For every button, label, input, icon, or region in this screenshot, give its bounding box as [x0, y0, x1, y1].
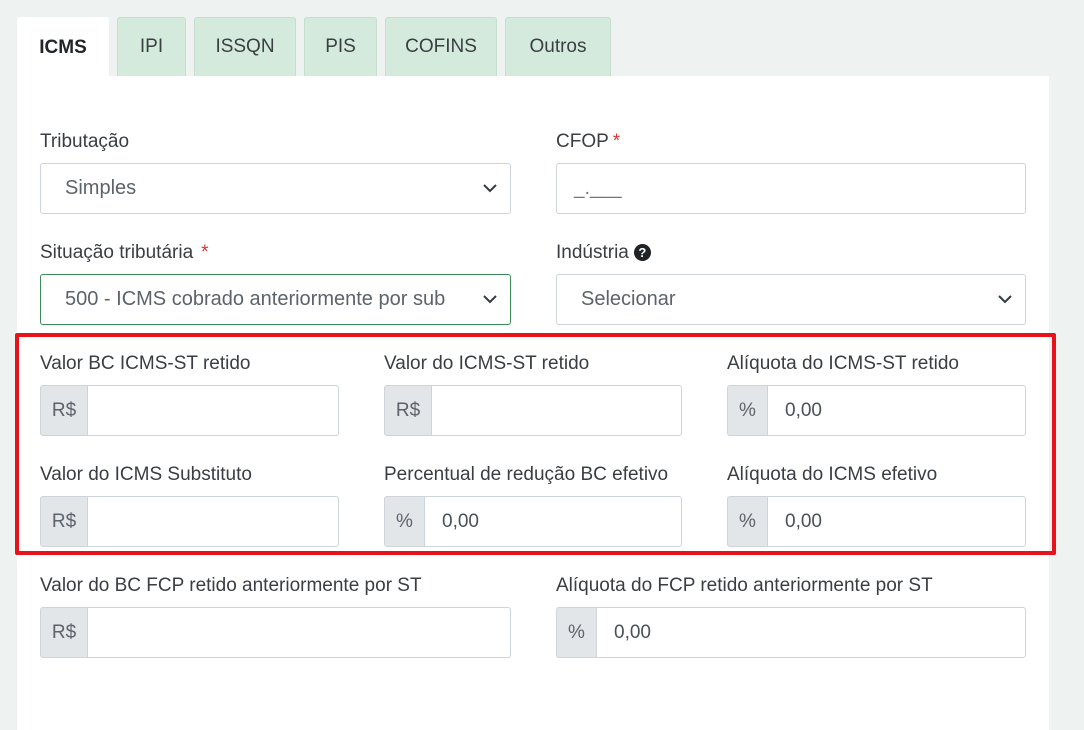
valor-icms-substituto-group: R$: [40, 496, 339, 547]
valor-icms-st-label: Valor do ICMS-ST retido: [384, 353, 590, 374]
tab-pis[interactable]: PIS: [304, 17, 377, 76]
cfop-label: CFOP *: [556, 131, 620, 153]
situacao-label: Situação tributária *: [40, 242, 209, 264]
question-circle-icon[interactable]: ?: [633, 244, 651, 261]
required-mark: *: [612, 131, 621, 152]
chevron-down-icon: [483, 295, 497, 304]
valor-bc-icms-st-input[interactable]: [87, 385, 339, 436]
currency-addon: R$: [384, 385, 431, 436]
situacao-label-text: Situação tributária: [40, 242, 194, 263]
aliquota-fcp-input[interactable]: 0,00: [596, 607, 1026, 658]
industria-select[interactable]: Selecionar: [556, 274, 1026, 325]
aliquota-icms-st-label: Alíquota do ICMS-ST retido: [727, 353, 959, 374]
currency-addon: R$: [40, 496, 87, 547]
aliquota-icms-efetivo-input[interactable]: 0,00: [767, 496, 1026, 547]
percentual-reducao-group: % 0,00: [384, 496, 682, 547]
aliquota-icms-efetivo-label: Alíquota do ICMS efetivo: [727, 464, 938, 485]
aliquota-icms-st-input[interactable]: 0,00: [767, 385, 1026, 436]
valor-bc-icms-st-label: Valor BC ICMS-ST retido: [40, 353, 251, 374]
percent-addon: %: [556, 607, 596, 658]
currency-addon: R$: [40, 385, 87, 436]
industria-label: Indústria?: [556, 242, 651, 264]
tributacao-label: Tributação: [40, 131, 130, 152]
aliquota-fcp-label: Alíquota do FCP retido anteriormente por…: [556, 575, 933, 596]
tributacao-value: Simples: [65, 177, 137, 199]
percent-addon: %: [727, 496, 767, 547]
tab-bar: ICMS IPI ISSQN PIS COFINS Outros: [17, 17, 611, 78]
currency-addon: R$: [40, 607, 87, 658]
percent-addon: %: [384, 496, 424, 547]
valor-icms-st-group: R$: [384, 385, 682, 436]
percent-addon: %: [727, 385, 767, 436]
tab-cofins[interactable]: COFINS: [385, 17, 497, 76]
situacao-select[interactable]: 500 - ICMS cobrado anteriormente por sub: [40, 274, 511, 325]
required-mark: *: [201, 242, 209, 263]
industria-label-text: Indústria: [556, 242, 629, 263]
valor-bc-fcp-label: Valor do BC FCP retido anteriormente por…: [40, 575, 422, 596]
valor-bc-fcp-group: R$: [40, 607, 511, 658]
valor-icms-substituto-input[interactable]: [87, 496, 339, 547]
chevron-down-icon: [998, 295, 1012, 304]
valor-icms-st-input[interactable]: [431, 385, 682, 436]
tab-issqn[interactable]: ISSQN: [194, 17, 296, 76]
percentual-reducao-label: Percentual de redução BC efetivo: [384, 464, 669, 485]
cfop-placeholder: _.___: [574, 177, 622, 199]
tributacao-select[interactable]: Simples: [40, 163, 511, 214]
tab-outros[interactable]: Outros: [505, 17, 611, 76]
valor-icms-substituto-label: Valor do ICMS Substituto: [40, 464, 252, 485]
percentual-reducao-input[interactable]: 0,00: [424, 496, 682, 547]
tab-icms[interactable]: ICMS: [17, 17, 109, 78]
aliquota-icms-st-group: % 0,00: [727, 385, 1026, 436]
cfop-input[interactable]: _.___: [556, 163, 1026, 214]
valor-bc-icms-st-group: R$: [40, 385, 339, 436]
valor-bc-fcp-input[interactable]: [87, 607, 511, 658]
situacao-value: 500 - ICMS cobrado anteriormente por sub: [65, 288, 446, 310]
aliquota-icms-efetivo-group: % 0,00: [727, 496, 1026, 547]
industria-value: Selecionar: [581, 288, 676, 310]
tab-ipi[interactable]: IPI: [117, 17, 186, 76]
cfop-label-text: CFOP: [556, 131, 609, 152]
aliquota-fcp-group: % 0,00: [556, 607, 1026, 658]
chevron-down-icon: [483, 184, 497, 193]
